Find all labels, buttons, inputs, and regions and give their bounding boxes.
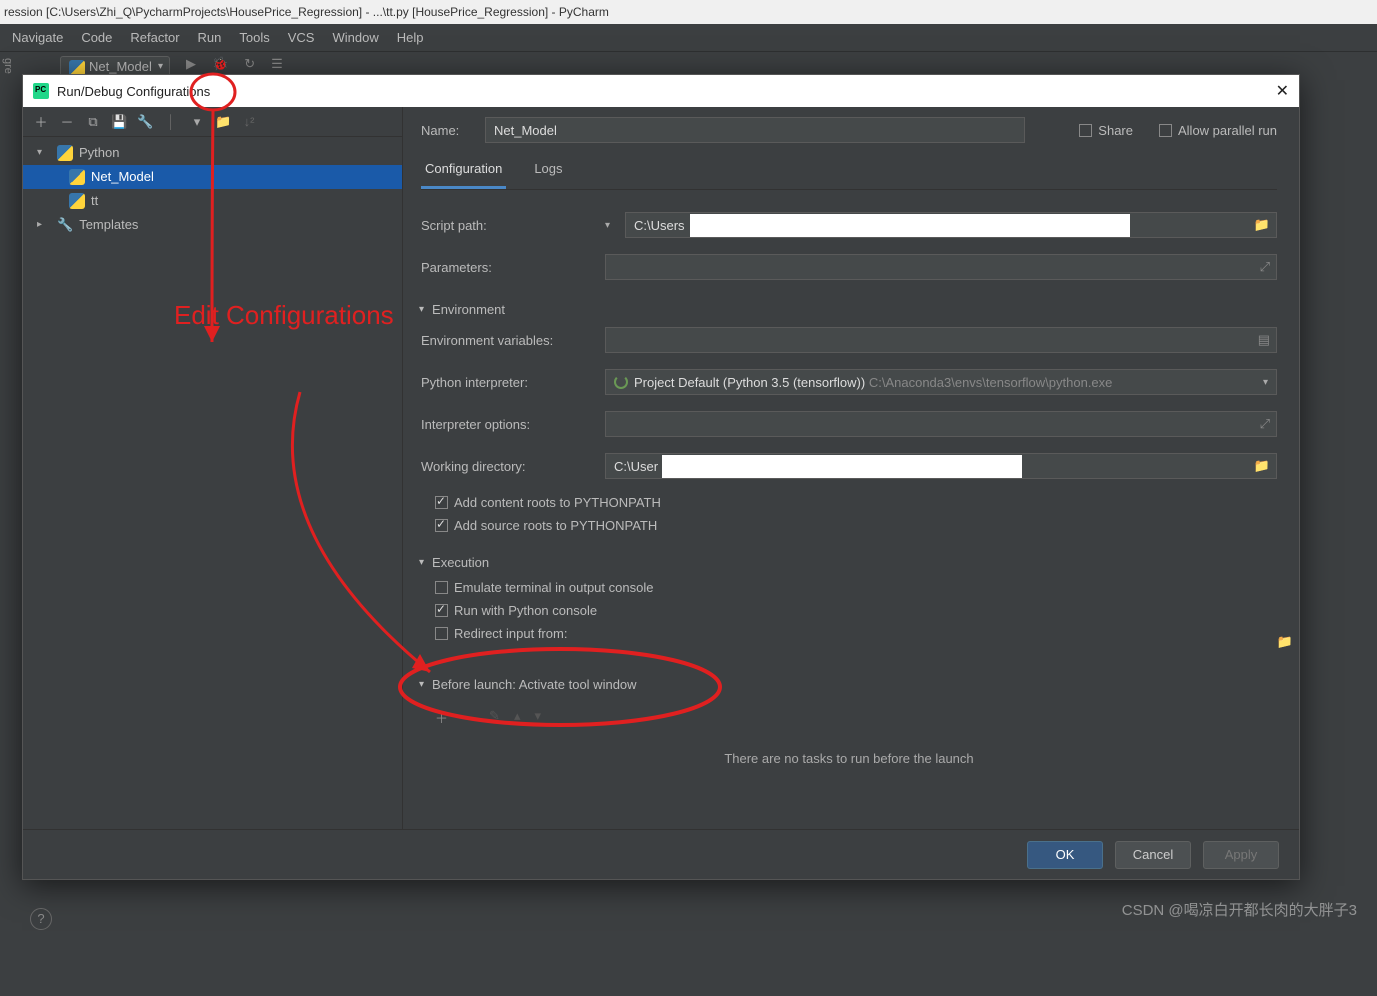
env-vars-input[interactable]: ▤ [605,327,1277,353]
dialog-titlebar: Run/Debug Configurations ✕ [23,75,1299,107]
menu-window[interactable]: Window [324,24,386,51]
run-debug-dialog: Run/Debug Configurations ✕ ＋ － ⧉ 💾 🔧 │ ▾… [22,74,1300,880]
menubar: Navigate Code Refactor Run Tools VCS Win… [0,24,1377,52]
list-icon[interactable]: ▤ [1258,332,1270,348]
edit-icon: ✎ [489,708,500,727]
folder-icon[interactable]: 📁 [215,114,231,130]
down-icon: ▾ [534,708,541,727]
menu-tools[interactable]: Tools [231,24,277,51]
tree-item-net-model[interactable]: Net_Model [23,165,402,189]
before-launch-section[interactable]: ▾Before launch: Activate tool window [419,677,1277,692]
help-button[interactable]: ? [30,908,52,930]
no-tasks-text: There are no tasks to run before the lau… [421,751,1277,766]
tab-logs[interactable]: Logs [530,153,566,189]
working-dir-label: Working directory: [421,459,599,474]
tree-templates-group[interactable]: ▸🔧 Templates [23,213,402,237]
config-tree: ▾ Python Net_Model tt ▸🔧 Templates [23,137,402,237]
window-title: ression [C:\Users\Zhi_Q\PycharmProjects\… [0,0,1377,24]
pycharm-icon [33,83,49,99]
config-tree-pane: ＋ － ⧉ 💾 🔧 │ ▾ 📁 ↓² ▾ Python Net_Model [23,107,403,829]
watermark: CSDN @喝凉白开都长肉的大胖子3 [1122,899,1357,920]
form-tabs: Configuration Logs [421,153,1277,190]
browse-icon[interactable]: 📁 [1254,458,1270,474]
left-gutter: gre [0,52,22,912]
sort-icon[interactable]: ↓² [241,114,257,129]
debug-icon[interactable]: 🐞 [212,56,228,72]
env-vars-label: Environment variables: [421,333,599,348]
dialog-title-text: Run/Debug Configurations [57,84,210,99]
menu-navigate[interactable]: Navigate [4,24,71,51]
expand-icon[interactable]: ⤢ [1260,416,1270,432]
redirect-input-checkbox[interactable]: Redirect input from: [435,626,567,641]
wrench-icon[interactable]: 🔧 [137,114,153,130]
interpreter-opts-input[interactable]: ⤢ [605,411,1277,437]
name-label: Name: [421,123,471,138]
remove-icon[interactable]: － [59,112,75,131]
tree-item-tt[interactable]: tt [23,189,402,213]
up-icon: ▴ [514,708,521,727]
add-icon[interactable]: ＋ [33,112,49,131]
save-icon[interactable]: 💾 [111,114,127,130]
run-python-console-checkbox[interactable]: Run with Python console [435,603,597,618]
close-icon[interactable]: ✕ [1276,81,1289,101]
share-checkbox[interactable]: Share [1079,123,1133,138]
run-icon[interactable]: ▶ [186,56,196,72]
browse-icon[interactable]: 📁 [1254,217,1270,233]
tree-python-group[interactable]: ▾ Python [23,141,402,165]
ok-button[interactable]: OK [1027,841,1103,869]
config-form: Name: Share Allow parallel run Configura… [403,107,1299,829]
menu-code[interactable]: Code [73,24,120,51]
tab-configuration[interactable]: Configuration [421,153,506,189]
script-path-input[interactable]: C:\Users 📁 [625,212,1277,238]
source-roots-checkbox[interactable]: Add source roots to PYTHONPATH [435,518,657,533]
menu-help[interactable]: Help [389,24,432,51]
interpreter-opts-label: Interpreter options: [421,417,599,432]
interpreter-label: Python interpreter: [421,375,599,390]
loading-icon [614,375,628,389]
expand-icon[interactable]: ⤢ [1260,259,1270,275]
copy-icon[interactable]: ⧉ [85,114,101,130]
before-launch-toolbar: ＋ － ✎ ▴ ▾ [421,708,1277,727]
menu-run[interactable]: Run [190,24,230,51]
content-roots-checkbox[interactable]: Add content roots to PYTHONPATH [435,495,661,510]
interpreter-select[interactable]: Project Default (Python 3.5 (tensorflow)… [605,369,1277,395]
name-input[interactable] [485,117,1025,143]
parameters-input[interactable]: ⤢ [605,254,1277,280]
parameters-label: Parameters: [421,260,599,275]
remove-icon: － [462,708,475,727]
menu-vcs[interactable]: VCS [280,24,323,51]
menu-refactor[interactable]: Refactor [122,24,187,51]
script-path-label: Script path: [421,218,599,233]
apply-button[interactable]: Apply [1203,841,1279,869]
browse-icon[interactable]: 📁 [1277,634,1293,650]
execution-section[interactable]: ▾Execution [419,555,1277,570]
chevron-down-icon[interactable]: ▾ [189,114,205,130]
working-dir-input[interactable]: C:\User 📁 [605,453,1277,479]
parallel-run-checkbox[interactable]: Allow parallel run [1159,123,1277,138]
toolbar-icons: ▶ 🐞 ↻ ☰ [186,56,283,72]
more-icon[interactable]: ☰ [271,56,283,72]
chevron-down-icon[interactable]: ▾ [1263,377,1268,388]
cancel-button[interactable]: Cancel [1115,841,1191,869]
dialog-buttons: OK Cancel Apply [23,829,1299,879]
add-icon[interactable]: ＋ [435,708,448,727]
tree-toolbar: ＋ － ⧉ 💾 🔧 │ ▾ 📁 ↓² [23,107,402,137]
environment-section[interactable]: ▾Environment [419,302,1277,317]
script-path-dropdown[interactable]: ▾ [605,220,619,231]
emulate-terminal-checkbox[interactable]: Emulate terminal in output console [435,580,653,595]
repeat-icon[interactable]: ↻ [244,56,255,72]
